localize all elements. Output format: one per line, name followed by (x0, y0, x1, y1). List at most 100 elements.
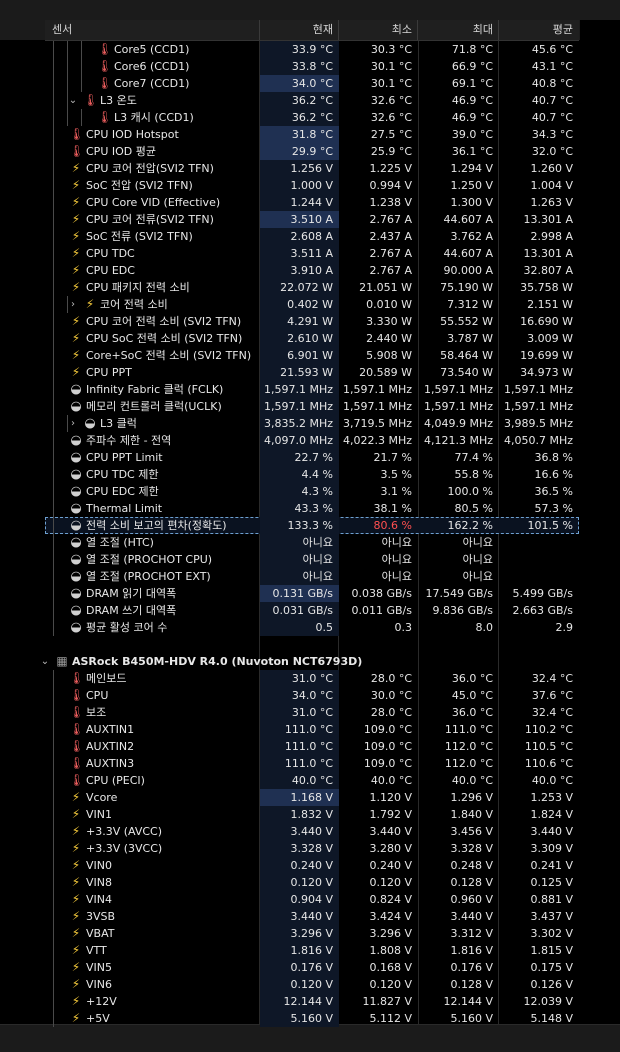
sensor-row[interactable]: ⌄ 🌡 L3 온도 36.2 °C 32.6 °C 46.9 °C 40.7 °C (45, 92, 579, 109)
sensor-row[interactable]: ◒ Infinity Fabric 클럭 (FCLK) 1,597.1 MHz 1,5… (45, 381, 579, 398)
collapse-toggle[interactable]: ⌄ (67, 92, 79, 109)
sensor-label: CPU Core VID (Effective) (86, 196, 221, 209)
sensor-row[interactable]: › ◒ L3 클럭 3,835.2 MHz 3,719.5 MHz 4,049.9 MHz… (45, 415, 579, 432)
value-avg: 1.263 V (530, 196, 573, 209)
value-current: 22.072 W (260, 279, 339, 296)
sensor-row[interactable]: ⚡ SoC 전압 (SVI2 TFN) 1.000 V 0.994 V 1.250 V 1… (45, 177, 579, 194)
sensor-row[interactable]: ◒ 주파수 제한 - 전역 4,097.0 MHz 4,022.3 MHz 4,121.… (45, 432, 579, 449)
sensor-row[interactable]: ◒ 평균 활성 코어 수 0.5 0.3 8.0 2.9 (45, 619, 579, 636)
sensor-row[interactable]: 🌡 Core7 (CCD1) 34.0 °C 30.1 °C 69.1 °C 40.8 °… (45, 75, 579, 92)
sensor-row[interactable]: 🌡 AUXTIN3 111.0 °C 109.0 °C 112.0 °C 110.6 °C (45, 755, 579, 772)
sensor-row[interactable]: ⚡ +12V 12.144 V 11.827 V 12.144 V 12.039 V (45, 993, 579, 1010)
header-min[interactable]: 최소 (339, 20, 412, 40)
value-current: 1.168 V (260, 789, 339, 806)
value-min: 30.3 °C (370, 43, 412, 56)
sensor-row[interactable]: ◒ 열 조절 (PROCHOT CPU) 아니요 아니요 아니요 (45, 551, 579, 568)
sensor-row[interactable]: ⚡ SoC 전류 (SVI2 TFN) 2.608 A 2.437 A 3.762 A 2… (45, 228, 579, 245)
sensor-group-row[interactable]: ⌄ ▦ ASRock B450M-HDV R4.0 (Nuvoton NCT6793… (41, 653, 579, 670)
value-max: 5.160 V (450, 1012, 493, 1025)
sensor-row[interactable]: ⚡ CPU EDC 3.910 A 2.767 A 90.000 A 32.807 A (45, 262, 579, 279)
sensor-row[interactable]: 🌡 Core6 (CCD1) 33.8 °C 30.1 °C 66.9 °C 43.1 °… (45, 58, 579, 75)
collapse-toggle[interactable]: ⌄ (39, 653, 51, 670)
expand-toggle[interactable]: › (67, 296, 79, 313)
value-avg: 110.6 °C (524, 757, 573, 770)
sensor-row[interactable]: ◒ DRAM 읽기 대역폭 0.131 GB/s 0.038 GB/s 17.549 G… (45, 585, 579, 602)
sensor-row[interactable]: ⚡ VIN5 0.176 V 0.168 V 0.176 V 0.175 V (45, 959, 579, 976)
sensor-row[interactable]: ⚡ VIN1 1.832 V 1.792 V 1.840 V 1.824 V (45, 806, 579, 823)
header-avg[interactable]: 평균 (499, 20, 573, 40)
sensor-row[interactable]: 🌡 L3 캐시 (CCD1) 36.2 °C 32.6 °C 46.9 °C 40.7 °… (45, 109, 579, 126)
value-current: 4.4 % (260, 466, 339, 483)
sensor-row[interactable]: ⚡ VIN8 0.120 V 0.120 V 0.128 V 0.125 V (45, 874, 579, 891)
sensor-row[interactable]: ⚡ Core+SoC 전력 소비 (SVI2 TFN) 6.901 W 5.908 W… (45, 347, 579, 364)
value-min: 109.0 °C (363, 723, 412, 736)
header-current[interactable]: 현재 (260, 20, 333, 40)
sensor-row[interactable]: ⚡ 3VSB 3.440 V 3.424 V 3.440 V 3.437 V (45, 908, 579, 925)
tree-line (53, 58, 54, 75)
sensor-row[interactable]: ◒ CPU EDC 제한 4.3 % 3.1 % 100.0 % 36.5 % (45, 483, 579, 500)
lightning-icon: ⚡ (71, 875, 81, 889)
sensor-row[interactable]: ⚡ +3.3V (AVCC) 3.440 V 3.440 V 3.456 V 3.440 … (45, 823, 579, 840)
value-avg: 0.126 V (530, 978, 573, 991)
sensor-row[interactable]: 🌡 AUXTIN2 111.0 °C 109.0 °C 112.0 °C 110.5 °C (45, 738, 579, 755)
value-current: 29.9 °C (260, 143, 339, 160)
sensor-row[interactable]: ⚡ CPU SoC 전력 소비 (SVI2 TFN) 2.610 W 2.440 W 3… (45, 330, 579, 347)
sensor-row[interactable]: ⚡ VIN0 0.240 V 0.240 V 0.248 V 0.241 V (45, 857, 579, 874)
sensor-row[interactable]: ⚡ CPU TDC 3.511 A 2.767 A 44.607 A 13.301 A (45, 245, 579, 262)
sensor-row[interactable]: ⚡ CPU 코어 전압(SVI2 TFN) 1.256 V 1.225 V 1.294 … (45, 160, 579, 177)
header-sensor[interactable]: 센서 (52, 20, 72, 40)
value-current: 3.328 V (260, 840, 339, 857)
sensor-row[interactable]: 🌡 메인보드 31.0 °C 28.0 °C 36.0 °C 32.4 °C (45, 670, 579, 687)
value-avg: 43.1 °C (531, 60, 573, 73)
header-max[interactable]: 최대 (418, 20, 493, 40)
lightning-icon: ⚡ (71, 960, 81, 974)
tree-line (53, 976, 54, 993)
sensor-row[interactable]: ◒ 메모리 컨트롤러 클럭(UCLK) 1,597.1 MHz 1,597.1 MHz… (45, 398, 579, 415)
sensor-label: AUXTIN2 (86, 740, 135, 753)
sensor-row[interactable]: 🌡 CPU IOD Hotspot 31.8 °C 27.5 °C 39.0 °C 34.… (45, 126, 579, 143)
sensor-row[interactable]: ⚡ CPU 코어 전력 소비 (SVI2 TFN) 4.291 W 3.330 W 55… (45, 313, 579, 330)
sensor-row[interactable]: 🌡 Core5 (CCD1) 33.9 °C 30.3 °C 71.8 °C 45.6 °… (45, 41, 579, 58)
sensor-row[interactable]: ⚡ Vcore 1.168 V 1.120 V 1.296 V 1.253 V (45, 789, 579, 806)
value-avg: 13.301 A (523, 213, 573, 226)
sensor-row[interactable]: ◒ DRAM 쓰기 대역폭 0.031 GB/s 0.011 GB/s 9.836 GB… (45, 602, 579, 619)
value-avg: 36.8 % (534, 451, 573, 464)
sensor-label: VBAT (86, 927, 115, 940)
sensor-label: VIN0 (86, 859, 112, 872)
sensor-row[interactable]: ⚡ CPU Core VID (Effective) 1.244 V 1.238 V 1… (45, 194, 579, 211)
sensor-row[interactable]: ⚡ VIN6 0.120 V 0.120 V 0.128 V 0.126 V (45, 976, 579, 993)
expand-toggle[interactable]: › (67, 415, 79, 432)
sensor-row[interactable]: ⚡ CPU PPT 21.593 W 20.589 W 73.540 W 34.973 W (45, 364, 579, 381)
sensor-row[interactable]: ⚡ VTT 1.816 V 1.808 V 1.816 V 1.815 V (45, 942, 579, 959)
sensor-row[interactable]: › ⚡ 코어 전력 소비 0.402 W 0.010 W 7.312 W 2.151 W (45, 296, 579, 313)
sensor-row[interactable]: 🌡 CPU 34.0 °C 30.0 °C 45.0 °C 37.6 °C (45, 687, 579, 704)
sensor-row[interactable]: ◒ 열 조절 (PROCHOT EXT) 아니요 아니요 아니요 (45, 568, 579, 585)
sensor-label: CPU TDC 제한 (86, 468, 159, 481)
sensor-row[interactable]: ◒ Thermal Limit 43.3 % 38.1 % 80.5 % 57.3 % (45, 500, 579, 517)
sensor-row[interactable]: ⚡ CPU 코어 전류(SVI2 TFN) 3.510 A 2.767 A 44.607… (45, 211, 579, 228)
value-min: 30.1 °C (370, 60, 412, 73)
value-current: 0.5 (260, 619, 339, 636)
value-avg: 2.9 (555, 621, 574, 634)
sensor-row[interactable]: ⚡ +3.3V (3VCC) 3.328 V 3.280 V 3.328 V 3.309 … (45, 840, 579, 857)
gauge-icon: ◒ (70, 467, 82, 482)
value-min: 4,022.3 MHz (342, 434, 412, 447)
sensor-row[interactable]: ◒ CPU TDC 제한 4.4 % 3.5 % 55.8 % 16.6 % (45, 466, 579, 483)
sensor-row[interactable]: ⚡ VBAT 3.296 V 3.296 V 3.312 V 3.302 V (45, 925, 579, 942)
sensor-label: VIN6 (86, 978, 112, 991)
gauge-icon: ◒ (70, 586, 82, 601)
sensor-row[interactable]: 🌡 보조 31.0 °C 28.0 °C 36.0 °C 32.4 °C (45, 704, 579, 721)
sensor-row[interactable]: ◒ CPU PPT Limit 22.7 % 21.7 % 77.4 % 36.8 % (45, 449, 579, 466)
sensor-row[interactable]: 🌡 AUXTIN1 111.0 °C 109.0 °C 111.0 °C 110.2 °C (45, 721, 579, 738)
tree-line (53, 874, 54, 891)
sensor-row[interactable]: ◒ 열 조절 (HTC) 아니요 아니요 아니요 (45, 534, 579, 551)
sensor-row[interactable]: 🌡 CPU IOD 평균 29.9 °C 25.9 °C 36.1 °C 32.0 °C (45, 143, 579, 160)
value-min: 3.424 V (369, 910, 412, 923)
sensor-row[interactable]: ◒ 전력 소비 보고의 편차(정확도) 133.3 % 80.6 % 162.2 % 10… (45, 517, 579, 534)
value-current: 1.000 V (260, 177, 339, 194)
sensor-row[interactable]: ⚡ CPU 패키지 전력 소비 22.072 W 21.051 W 75.190 W 35… (45, 279, 579, 296)
value-max: 36.0 °C (451, 672, 493, 685)
sensor-row[interactable]: ⚡ +5V 5.160 V 5.112 V 5.160 V 5.148 V (45, 1010, 579, 1027)
sensor-row[interactable]: 🌡 CPU (PECI) 40.0 °C 40.0 °C 40.0 °C 40.0 °C (45, 772, 579, 789)
sensor-row[interactable]: ⚡ VIN4 0.904 V 0.824 V 0.960 V 0.881 V (45, 891, 579, 908)
